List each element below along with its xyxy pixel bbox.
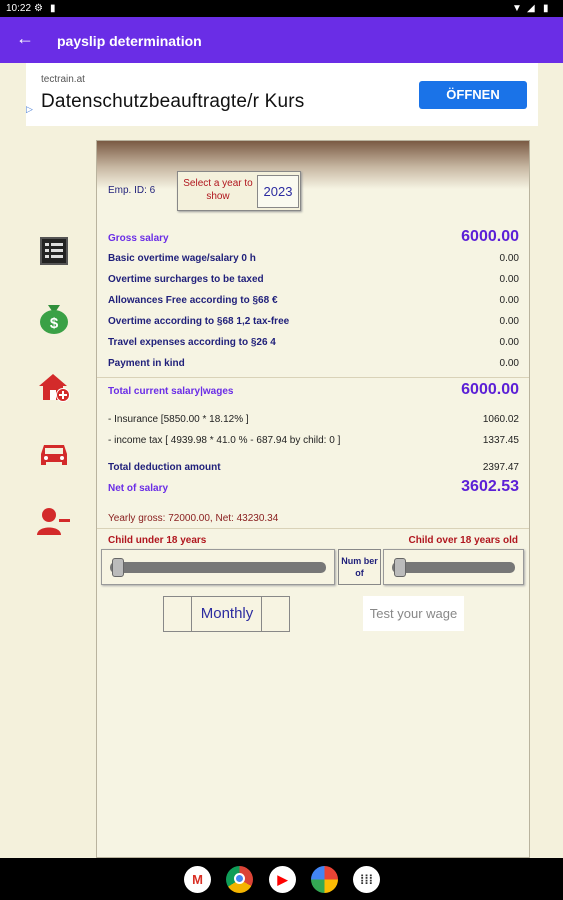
number-of-children-label: Num ber of <box>338 549 381 585</box>
slider-thumb[interactable] <box>394 558 406 577</box>
slider-track[interactable] <box>110 562 326 573</box>
total-current-value: 6000.00 <box>461 381 519 398</box>
total-deduction-label: Total deduction amount <box>108 462 221 473</box>
overtime-68-row: Overtime according to §68 1,2 tax-free 0… <box>108 316 519 327</box>
payment-in-kind-value: 0.00 <box>499 358 519 369</box>
allowances-row: Allowances Free according to §68 € 0.00 <box>108 295 519 306</box>
overtime-surcharges-label: Overtime surcharges to be taxed <box>108 274 264 285</box>
gross-salary-label: Gross salary <box>108 233 169 244</box>
money-bag-icon[interactable]: $ <box>37 301 71 335</box>
divider <box>97 528 529 529</box>
person-remove-icon[interactable] <box>37 505 71 539</box>
child-under-18-label: Child under 18 years <box>108 535 207 546</box>
net-salary-row: Net of salary 3602.53 <box>108 478 519 495</box>
sd-card-icon: ▮ <box>50 3 56 14</box>
year-selector-label: Select a year to show <box>183 178 253 202</box>
gear-icon: ⚙ <box>34 3 43 14</box>
payslip-panel: Emp. ID: 6 Select a year to show 2023 Gr… <box>96 140 530 858</box>
gross-salary-row: Gross salary 6000.00 <box>108 228 519 245</box>
ad-banner[interactable]: tectrain.at Datenschutzbeauftragte/r Kur… <box>26 63 538 126</box>
income-tax-label: - income tax [ 4939.98 * 41.0 % - 687.94… <box>108 435 341 446</box>
apps-grid-icon[interactable]: ⁞⁞⁞ <box>353 866 380 893</box>
year-input[interactable]: 2023 <box>257 175 299 208</box>
app-dock: M ▶ ⁞⁞⁞ <box>0 858 563 900</box>
slider-track[interactable] <box>392 562 515 573</box>
chrome-icon[interactable] <box>226 866 253 893</box>
app-title: payslip determination <box>57 33 202 49</box>
wifi-icon: ▼ <box>512 3 522 14</box>
basic-overtime-row: Basic overtime wage/salary 0 h 0.00 <box>108 253 519 264</box>
total-deduction-row: Total deduction amount 2397.47 <box>108 462 519 473</box>
car-icon[interactable] <box>37 437 71 471</box>
slider-thumb[interactable] <box>112 558 124 577</box>
total-current-label: Total current salary|wages <box>108 386 234 397</box>
basic-overtime-label: Basic overtime wage/salary 0 h <box>108 253 256 264</box>
insurance-value: 1060.02 <box>482 414 519 425</box>
ad-headline[interactable]: Datenschutzbeauftragte/r Kurs <box>41 91 305 113</box>
svg-text:$: $ <box>50 315 59 332</box>
overtime-surcharges-value: 0.00 <box>499 274 519 285</box>
net-salary-value: 3602.53 <box>461 478 519 495</box>
battery-icon: ▮ <box>543 3 549 14</box>
year-selector[interactable]: Select a year to show 2023 <box>177 171 301 211</box>
youtube-icon[interactable]: ▶ <box>269 866 296 893</box>
yearly-summary: Yearly gross: 72000.00, Net: 43230.34 <box>108 513 279 524</box>
employee-id: Emp. ID: 6 <box>108 185 156 196</box>
child-over-18-label: Child over 18 years old <box>408 535 519 546</box>
total-deduction-value: 2397.47 <box>482 462 519 473</box>
gmail-icon[interactable]: M <box>184 866 211 893</box>
divider <box>261 597 262 631</box>
list-icon[interactable] <box>37 234 71 268</box>
allowances-label: Allowances Free according to §68 € <box>108 295 278 306</box>
period-selector[interactable]: Monthly <box>163 596 290 632</box>
period-value[interactable]: Monthly <box>192 597 262 631</box>
allowances-value: 0.00 <box>499 295 519 306</box>
overtime-surcharges-row: Overtime surcharges to be taxed 0.00 <box>108 274 519 285</box>
signal-icon: ◢ <box>527 3 535 14</box>
ad-choices-icon[interactable]: ▷ <box>26 104 33 115</box>
total-current-row: Total current salary|wages 6000.00 <box>108 381 519 398</box>
gross-salary-value: 6000.00 <box>461 228 519 245</box>
divider <box>97 377 529 378</box>
panel-header-gradient <box>97 141 529 189</box>
ad-source: tectrain.at <box>41 74 85 85</box>
test-wage-button[interactable]: Test your wage <box>363 596 464 631</box>
net-salary-label: Net of salary <box>108 483 169 494</box>
house-add-icon[interactable] <box>37 370 71 404</box>
basic-overtime-value: 0.00 <box>499 253 519 264</box>
clock: 10:22 <box>6 3 32 14</box>
insurance-row: - Insurance [5850.00 * 18.12% ] 1060.02 <box>108 414 519 425</box>
child-over-18-slider[interactable] <box>383 549 524 585</box>
travel-expenses-label: Travel expenses according to §26 4 <box>108 337 276 348</box>
photos-icon[interactable] <box>311 866 338 893</box>
arrow-left-icon[interactable]: ← <box>16 28 34 48</box>
payment-in-kind-row: Payment in kind 0.00 <box>108 358 519 369</box>
travel-expenses-row: Travel expenses according to §26 4 0.00 <box>108 337 519 348</box>
status-bar: 10:22 ⚙ ▮ ▼ ◢ ▮ <box>0 0 563 17</box>
insurance-label: - Insurance [5850.00 * 18.12% ] <box>108 414 249 425</box>
ad-open-button[interactable]: ÖFFNEN <box>419 81 527 109</box>
income-tax-value: 1337.45 <box>482 435 519 446</box>
payment-in-kind-label: Payment in kind <box>108 358 185 369</box>
income-tax-row: - income tax [ 4939.98 * 41.0 % - 687.94… <box>108 435 519 446</box>
overtime-68-label: Overtime according to §68 1,2 tax-free <box>108 316 290 327</box>
overtime-68-value: 0.00 <box>499 316 519 327</box>
travel-expenses-value: 0.00 <box>499 337 519 348</box>
child-under-18-slider[interactable] <box>101 549 335 585</box>
app-bar: ← payslip determination <box>0 17 563 63</box>
